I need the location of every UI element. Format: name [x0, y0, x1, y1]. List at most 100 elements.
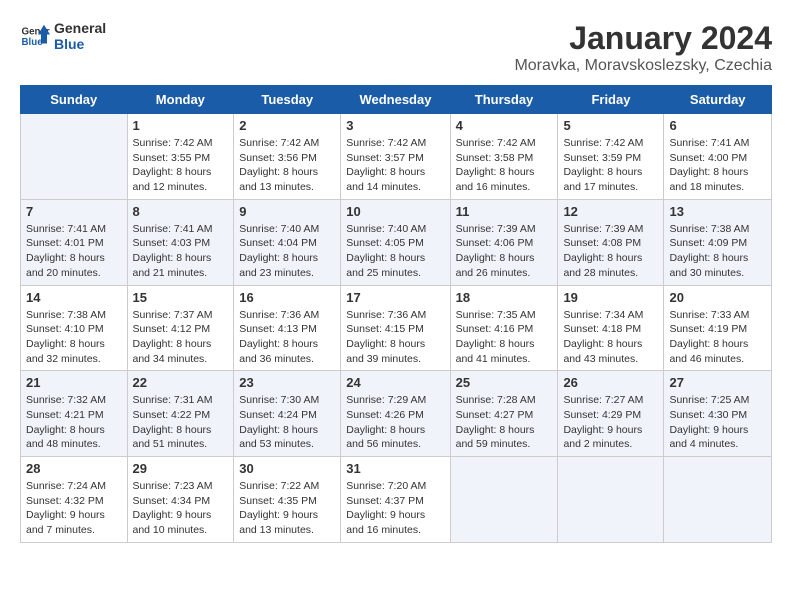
day-info: Sunrise: 7:29 AM Sunset: 4:26 PM Dayligh…	[346, 393, 444, 452]
day-info: Sunrise: 7:36 AM Sunset: 4:13 PM Dayligh…	[239, 308, 335, 367]
day-info: Sunrise: 7:23 AM Sunset: 4:34 PM Dayligh…	[133, 479, 229, 538]
weekday-header-saturday: Saturday	[664, 86, 772, 114]
calendar-cell: 20 Sunrise: 7:33 AM Sunset: 4:19 PM Dayli…	[664, 285, 772, 371]
weekday-header-friday: Friday	[558, 86, 664, 114]
day-number: 10	[346, 204, 444, 219]
logo-general: General	[54, 20, 106, 36]
day-number: 6	[669, 118, 766, 133]
day-number: 13	[669, 204, 766, 219]
calendar-cell: 22 Sunrise: 7:31 AM Sunset: 4:22 PM Dayli…	[127, 371, 234, 457]
day-info: Sunrise: 7:42 AM Sunset: 3:58 PM Dayligh…	[456, 136, 553, 195]
day-info: Sunrise: 7:42 AM Sunset: 3:59 PM Dayligh…	[563, 136, 658, 195]
logo-icon: General Blue	[20, 21, 50, 51]
day-info: Sunrise: 7:36 AM Sunset: 4:15 PM Dayligh…	[346, 308, 444, 367]
day-number: 11	[456, 204, 553, 219]
calendar-cell: 25 Sunrise: 7:28 AM Sunset: 4:27 PM Dayli…	[450, 371, 558, 457]
calendar-week-4: 21Sunrise: 7:32 AM Sunset: 4:21 PM Dayli…	[21, 371, 772, 457]
day-number: 14	[26, 290, 122, 305]
day-info: Sunrise: 7:30 AM Sunset: 4:24 PM Dayligh…	[239, 393, 335, 452]
day-info: Sunrise: 7:34 AM Sunset: 4:18 PM Dayligh…	[563, 308, 658, 367]
weekday-header-wednesday: Wednesday	[341, 86, 450, 114]
day-number: 25	[456, 375, 553, 390]
day-info: Sunrise: 7:24 AM Sunset: 4:32 PM Dayligh…	[26, 479, 122, 538]
calendar-cell: 3 Sunrise: 7:42 AM Sunset: 3:57 PM Daylig…	[341, 114, 450, 200]
day-info: Sunrise: 7:39 AM Sunset: 4:06 PM Dayligh…	[456, 222, 553, 281]
month-title: January 2024	[514, 20, 772, 57]
day-info: Sunrise: 7:38 AM Sunset: 4:10 PM Dayligh…	[26, 308, 122, 367]
day-number: 30	[239, 461, 335, 476]
calendar-cell: 9Sunrise: 7:40 AM Sunset: 4:04 PM Daylig…	[234, 199, 341, 285]
calendar-cell: 18Sunrise: 7:35 AM Sunset: 4:16 PM Dayli…	[450, 285, 558, 371]
day-number: 5	[563, 118, 658, 133]
svg-text:Blue: Blue	[22, 37, 44, 48]
day-number: 20	[669, 290, 766, 305]
calendar-cell: 23 Sunrise: 7:30 AM Sunset: 4:24 PM Dayli…	[234, 371, 341, 457]
calendar-cell	[450, 457, 558, 543]
day-info: Sunrise: 7:37 AM Sunset: 4:12 PM Dayligh…	[133, 308, 229, 367]
calendar-week-1: 1Sunrise: 7:42 AM Sunset: 3:55 PM Daylig…	[21, 114, 772, 200]
calendar-cell: 4 Sunrise: 7:42 AM Sunset: 3:58 PM Daylig…	[450, 114, 558, 200]
day-number: 26	[563, 375, 658, 390]
day-info: Sunrise: 7:42 AM Sunset: 3:55 PM Dayligh…	[133, 136, 229, 195]
day-number: 18	[456, 290, 553, 305]
calendar-cell: 30Sunrise: 7:22 AM Sunset: 4:35 PM Dayli…	[234, 457, 341, 543]
weekday-header-monday: Monday	[127, 86, 234, 114]
day-number: 2	[239, 118, 335, 133]
calendar-cell: 19Sunrise: 7:34 AM Sunset: 4:18 PM Dayli…	[558, 285, 664, 371]
calendar-cell: 29 Sunrise: 7:23 AM Sunset: 4:34 PM Dayli…	[127, 457, 234, 543]
day-number: 3	[346, 118, 444, 133]
day-number: 31	[346, 461, 444, 476]
day-number: 7	[26, 204, 122, 219]
day-number: 17	[346, 290, 444, 305]
day-number: 15	[133, 290, 229, 305]
calendar-cell: 6 Sunrise: 7:41 AM Sunset: 4:00 PM Daylig…	[664, 114, 772, 200]
calendar-cell: 1Sunrise: 7:42 AM Sunset: 3:55 PM Daylig…	[127, 114, 234, 200]
day-number: 12	[563, 204, 658, 219]
day-number: 29	[133, 461, 229, 476]
title-area: January 2024 Moravka, Moravskoslezsky, C…	[514, 20, 772, 75]
logo: General Blue General Blue	[20, 20, 106, 52]
calendar-week-5: 28Sunrise: 7:24 AM Sunset: 4:32 PM Dayli…	[21, 457, 772, 543]
day-number: 22	[133, 375, 229, 390]
day-info: Sunrise: 7:42 AM Sunset: 3:57 PM Dayligh…	[346, 136, 444, 195]
calendar-week-3: 14 Sunrise: 7:38 AM Sunset: 4:10 PM Dayli…	[21, 285, 772, 371]
day-info: Sunrise: 7:27 AM Sunset: 4:29 PM Dayligh…	[563, 393, 658, 452]
calendar-cell: 5 Sunrise: 7:42 AM Sunset: 3:59 PM Daylig…	[558, 114, 664, 200]
day-number: 27	[669, 375, 766, 390]
calendar-cell	[558, 457, 664, 543]
weekday-header-thursday: Thursday	[450, 86, 558, 114]
day-number: 23	[239, 375, 335, 390]
calendar-cell: 17 Sunrise: 7:36 AM Sunset: 4:15 PM Dayli…	[341, 285, 450, 371]
calendar-cell	[21, 114, 128, 200]
day-info: Sunrise: 7:38 AM Sunset: 4:09 PM Dayligh…	[669, 222, 766, 281]
day-info: Sunrise: 7:25 AM Sunset: 4:30 PM Dayligh…	[669, 393, 766, 452]
calendar-cell	[664, 457, 772, 543]
calendar-body: 1Sunrise: 7:42 AM Sunset: 3:55 PM Daylig…	[21, 114, 772, 543]
calendar-cell: 14 Sunrise: 7:38 AM Sunset: 4:10 PM Dayli…	[21, 285, 128, 371]
day-info: Sunrise: 7:40 AM Sunset: 4:04 PM Dayligh…	[239, 222, 335, 281]
day-number: 24	[346, 375, 444, 390]
weekday-header-tuesday: Tuesday	[234, 86, 341, 114]
day-info: Sunrise: 7:42 AM Sunset: 3:56 PM Dayligh…	[239, 136, 335, 195]
calendar-cell: 7 Sunrise: 7:41 AM Sunset: 4:01 PM Daylig…	[21, 199, 128, 285]
calendar-cell: 2 Sunrise: 7:42 AM Sunset: 3:56 PM Daylig…	[234, 114, 341, 200]
location-title: Moravka, Moravskoslezsky, Czechia	[514, 57, 772, 75]
day-info: Sunrise: 7:28 AM Sunset: 4:27 PM Dayligh…	[456, 393, 553, 452]
calendar-cell: 8Sunrise: 7:41 AM Sunset: 4:03 PM Daylig…	[127, 199, 234, 285]
day-number: 21	[26, 375, 122, 390]
calendar-cell: 27 Sunrise: 7:25 AM Sunset: 4:30 PM Dayli…	[664, 371, 772, 457]
day-info: Sunrise: 7:20 AM Sunset: 4:37 PM Dayligh…	[346, 479, 444, 538]
day-number: 4	[456, 118, 553, 133]
day-info: Sunrise: 7:31 AM Sunset: 4:22 PM Dayligh…	[133, 393, 229, 452]
day-info: Sunrise: 7:33 AM Sunset: 4:19 PM Dayligh…	[669, 308, 766, 367]
calendar-cell: 16 Sunrise: 7:36 AM Sunset: 4:13 PM Dayli…	[234, 285, 341, 371]
calendar-cell: 28Sunrise: 7:24 AM Sunset: 4:32 PM Dayli…	[21, 457, 128, 543]
calendar-cell: 26 Sunrise: 7:27 AM Sunset: 4:29 PM Dayli…	[558, 371, 664, 457]
day-info: Sunrise: 7:41 AM Sunset: 4:01 PM Dayligh…	[26, 222, 122, 281]
day-info: Sunrise: 7:40 AM Sunset: 4:05 PM Dayligh…	[346, 222, 444, 281]
day-info: Sunrise: 7:39 AM Sunset: 4:08 PM Dayligh…	[563, 222, 658, 281]
calendar-table: SundayMondayTuesdayWednesdayThursdayFrid…	[20, 85, 772, 543]
logo-blue: Blue	[54, 36, 106, 52]
day-number: 16	[239, 290, 335, 305]
day-info: Sunrise: 7:41 AM Sunset: 4:00 PM Dayligh…	[669, 136, 766, 195]
